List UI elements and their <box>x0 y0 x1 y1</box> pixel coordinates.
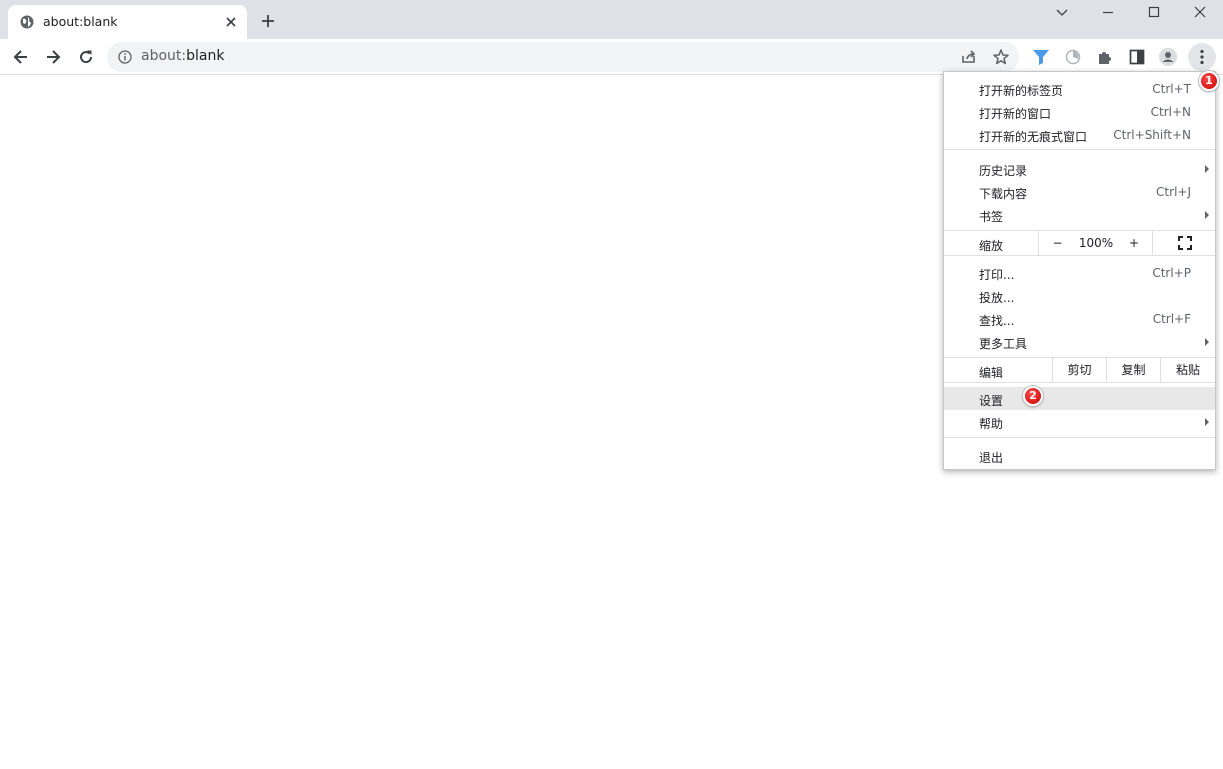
menu-item-new-incognito-window[interactable]: 打开新的无痕式窗口 Ctrl+Shift+N <box>944 123 1215 146</box>
copy-button[interactable]: 复制 <box>1106 358 1160 382</box>
menu-item-label: 打开新的无痕式窗口 <box>979 130 1088 144</box>
minimize-icon[interactable] <box>1100 4 1116 20</box>
menu-item-exit[interactable]: 退出 <box>944 444 1215 467</box>
profile-avatar-icon[interactable] <box>1158 47 1178 67</box>
bookmark-star-icon[interactable] <box>991 47 1011 67</box>
menu-item-help[interactable]: 帮助 <box>944 410 1215 433</box>
reload-icon[interactable] <box>76 47 96 67</box>
fullscreen-button[interactable] <box>1152 231 1215 255</box>
edit-row: 编辑 剪切 复制 粘贴 <box>944 358 1215 382</box>
step-badge-2: 2 <box>1023 386 1043 406</box>
menu-item-label: 退出 <box>979 451 1004 465</box>
menu-item-label: 下载内容 <box>979 187 1028 201</box>
address-bar[interactable]: about:blank <box>107 42 1019 72</box>
menu-item-new-window[interactable]: 打开新的窗口 Ctrl+N <box>944 100 1215 123</box>
menu-item-print[interactable]: 打印... Ctrl+P <box>944 261 1215 284</box>
url-text[interactable]: about:blank <box>141 48 224 64</box>
menu-divider <box>944 437 1215 438</box>
url-host: blank <box>186 48 225 64</box>
back-icon[interactable] <box>11 47 31 67</box>
menu-item-label: 帮助 <box>979 417 1004 431</box>
menu-item-label: 更多工具 <box>979 337 1028 351</box>
zoom-label: 缩放 <box>979 239 1004 253</box>
menu-divider <box>944 382 1215 383</box>
zoom-in-button[interactable]: + <box>1116 231 1152 255</box>
url-scheme: about: <box>141 48 187 64</box>
menu-item-bookmarks[interactable]: 书签 <box>944 203 1215 226</box>
menu-divider <box>944 149 1215 150</box>
close-window-icon[interactable] <box>1192 4 1208 20</box>
menu-item-shortcut: Ctrl+Shift+N <box>1113 128 1191 142</box>
submenu-arrow-icon <box>1205 338 1209 346</box>
edit-label: 编辑 <box>979 366 1004 380</box>
menu-item-label: 打印... <box>979 268 1015 282</box>
cut-button[interactable]: 剪切 <box>1052 358 1106 382</box>
submenu-arrow-icon <box>1205 418 1209 426</box>
toolbar: about:blank <box>0 39 1223 75</box>
menu-item-label: 投放... <box>979 291 1015 305</box>
menu-item-label: 设置 <box>979 394 1004 408</box>
submenu-arrow-icon <box>1205 165 1209 173</box>
menu-item-new-tab[interactable]: 打开新的标签页 Ctrl+T <box>944 77 1215 100</box>
maximize-icon[interactable] <box>1146 4 1162 20</box>
menu-item-cast[interactable]: 投放... <box>944 284 1215 307</box>
menu-item-shortcut: Ctrl+P <box>1152 266 1191 280</box>
close-tab-icon[interactable] <box>222 13 240 31</box>
menu-item-label: 查找... <box>979 314 1015 328</box>
menu-divider <box>944 255 1215 256</box>
timer-extension-icon[interactable] <box>1063 47 1083 67</box>
menu-item-label: 打开新的窗口 <box>979 107 1052 121</box>
info-icon[interactable] <box>118 50 132 64</box>
zoom-row: 缩放 − 100% + <box>944 231 1215 255</box>
fullscreen-icon <box>1178 236 1192 250</box>
menu-item-label: 书签 <box>979 210 1004 224</box>
menu-item-shortcut: Ctrl+N <box>1150 105 1191 119</box>
menu-item-history[interactable]: 历史记录 <box>944 157 1215 180</box>
zoom-out-button[interactable]: − <box>1038 231 1076 255</box>
tab-strip: about:blank <box>0 0 1223 39</box>
new-tab-icon[interactable] <box>259 12 277 30</box>
menu-item-settings[interactable]: 设置 <box>944 387 1215 410</box>
menu-item-shortcut: Ctrl+T <box>1152 82 1191 96</box>
filter-extension-icon[interactable] <box>1031 47 1051 67</box>
tab-about-blank[interactable]: about:blank <box>8 5 247 39</box>
more-vertical-icon <box>1200 49 1204 65</box>
tab-search-icon[interactable] <box>1054 4 1070 20</box>
menu-item-more-tools[interactable]: 更多工具 <box>944 330 1215 353</box>
menu-item-find[interactable]: 查找... Ctrl+F <box>944 307 1215 330</box>
extensions-puzzle-icon[interactable] <box>1095 47 1115 67</box>
menu-item-label: 打开新的标签页 <box>979 84 1064 98</box>
side-panel-icon[interactable] <box>1127 47 1147 67</box>
tab-title: about:blank <box>43 14 118 29</box>
submenu-arrow-icon <box>1205 211 1209 219</box>
menu-button[interactable] <box>1188 43 1216 71</box>
forward-icon[interactable] <box>43 47 63 67</box>
menu-item-label: 历史记录 <box>979 164 1028 178</box>
globe-icon <box>20 15 34 29</box>
zoom-level: 100% <box>1078 236 1114 250</box>
paste-button[interactable]: 粘贴 <box>1160 358 1215 382</box>
menu-item-shortcut: Ctrl+J <box>1156 185 1191 199</box>
step-badge-1: 1 <box>1199 71 1219 91</box>
menu-item-shortcut: Ctrl+F <box>1152 312 1191 326</box>
menu-item-downloads[interactable]: 下载内容 Ctrl+J <box>944 180 1215 203</box>
chrome-main-menu: 打开新的标签页 Ctrl+T 打开新的窗口 Ctrl+N 打开新的无痕式窗口 C… <box>943 71 1216 470</box>
share-icon[interactable] <box>959 47 979 67</box>
